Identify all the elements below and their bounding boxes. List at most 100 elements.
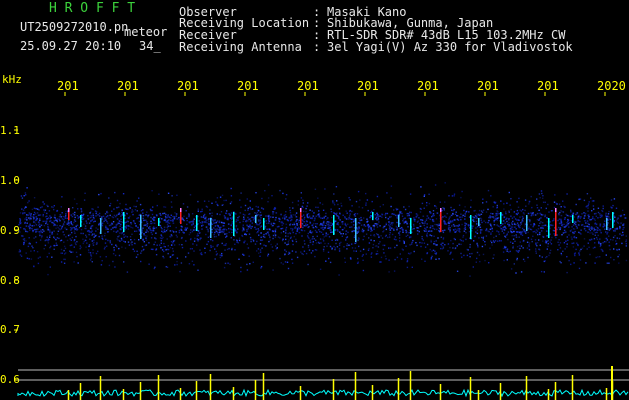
noise-pixel — [317, 214, 319, 216]
noise-pixel — [415, 215, 418, 218]
noise-pixel — [47, 217, 50, 219]
noise-pixel — [435, 240, 437, 242]
noise-pixel — [510, 268, 513, 270]
noise-pixel — [430, 241, 432, 243]
noise-pixel — [329, 224, 331, 226]
noise-pixel — [91, 230, 93, 232]
noise-pixel — [606, 233, 608, 235]
noise-pixel — [82, 218, 84, 220]
noise-pixel — [426, 218, 428, 220]
noise-pixel — [504, 226, 506, 228]
noise-pixel — [255, 223, 258, 225]
noise-pixel — [76, 203, 78, 205]
noise-pixel — [527, 212, 530, 215]
noise-pixel — [231, 229, 233, 231]
noise-pixel — [560, 254, 563, 256]
noise-pixel — [451, 221, 454, 223]
noise-pixel — [570, 263, 572, 266]
noise-pixel — [56, 244, 58, 246]
noise-pixel — [327, 242, 330, 245]
noise-pixel — [421, 221, 423, 224]
noise-pixel — [572, 231, 574, 234]
noise-pixel — [28, 200, 30, 202]
noise-pixel — [106, 245, 108, 247]
noise-pixel — [402, 249, 404, 251]
noise-pixel — [235, 220, 238, 223]
meteor-echo-head — [440, 208, 442, 212]
noise-pixel — [555, 202, 557, 204]
noise-pixel — [146, 235, 148, 237]
meteor-echo — [100, 218, 102, 234]
noise-pixel — [227, 218, 229, 221]
noise-pixel — [518, 236, 520, 238]
noise-pixel — [211, 231, 213, 233]
noise-pixel — [19, 212, 22, 214]
noise-pixel — [93, 236, 95, 238]
noise-pixel — [538, 219, 540, 221]
noise-pixel — [67, 220, 70, 223]
noise-pixel — [436, 223, 438, 226]
noise-pixel — [33, 265, 35, 267]
noise-pixel — [355, 200, 358, 203]
noise-pixel — [522, 212, 525, 214]
noise-pixel — [336, 246, 339, 248]
noise-pixel — [583, 217, 585, 219]
noise-pixel — [65, 213, 67, 215]
noise-pixel — [393, 270, 396, 272]
noise-pixel — [416, 244, 418, 247]
noise-pixel — [294, 225, 297, 228]
noise-pixel — [62, 231, 64, 233]
noise-pixel — [58, 218, 61, 220]
noise-pixel — [354, 215, 357, 217]
noise-pixel — [246, 263, 248, 266]
noise-pixel — [370, 239, 372, 241]
noise-pixel — [128, 217, 130, 219]
noise-pixel — [200, 237, 202, 239]
noise-pixel — [349, 215, 351, 217]
noise-pixel — [571, 242, 573, 245]
noise-pixel — [249, 220, 252, 222]
noise-pixel — [358, 206, 360, 208]
noise-pixel — [455, 211, 457, 213]
noise-pixel — [49, 266, 51, 268]
noise-pixel — [319, 230, 321, 233]
noise-pixel — [313, 212, 315, 214]
noise-pixel — [132, 248, 134, 250]
noise-pixel — [491, 241, 493, 244]
noise-pixel — [434, 252, 436, 254]
noise-pixel — [91, 261, 93, 263]
noise-pixel — [92, 252, 94, 254]
noise-pixel — [503, 208, 505, 210]
noise-pixel — [433, 240, 436, 243]
noise-pixel — [61, 225, 64, 228]
noise-pixel — [142, 215, 145, 217]
noise-pixel — [301, 223, 304, 225]
noise-pixel — [75, 243, 77, 246]
noise-pixel — [169, 247, 172, 249]
noise-pixel — [467, 249, 469, 251]
noise-pixel — [449, 229, 451, 231]
noise-pixel — [324, 242, 326, 245]
noise-pixel — [599, 216, 602, 218]
noise-pixel — [231, 222, 233, 225]
noise-pixel — [345, 224, 347, 226]
noise-pixel — [62, 215, 65, 218]
noise-pixel — [409, 211, 411, 213]
noise-pixel — [264, 236, 266, 239]
noise-pixel — [600, 242, 602, 245]
noise-pixel — [39, 256, 41, 258]
noise-pixel — [197, 210, 199, 212]
noise-pixel — [384, 255, 387, 257]
noise-pixel — [390, 205, 392, 208]
noise-pixel — [169, 217, 172, 219]
noise-pixel — [489, 223, 492, 225]
noise-pixel — [112, 221, 115, 223]
noise-pixel — [361, 228, 364, 230]
noise-pixel — [415, 213, 418, 215]
noise-pixel — [625, 240, 627, 243]
noise-pixel — [572, 228, 575, 230]
noise-pixel — [445, 223, 448, 225]
noise-pixel — [535, 232, 537, 234]
noise-pixel — [461, 256, 463, 258]
noise-pixel — [160, 226, 162, 229]
